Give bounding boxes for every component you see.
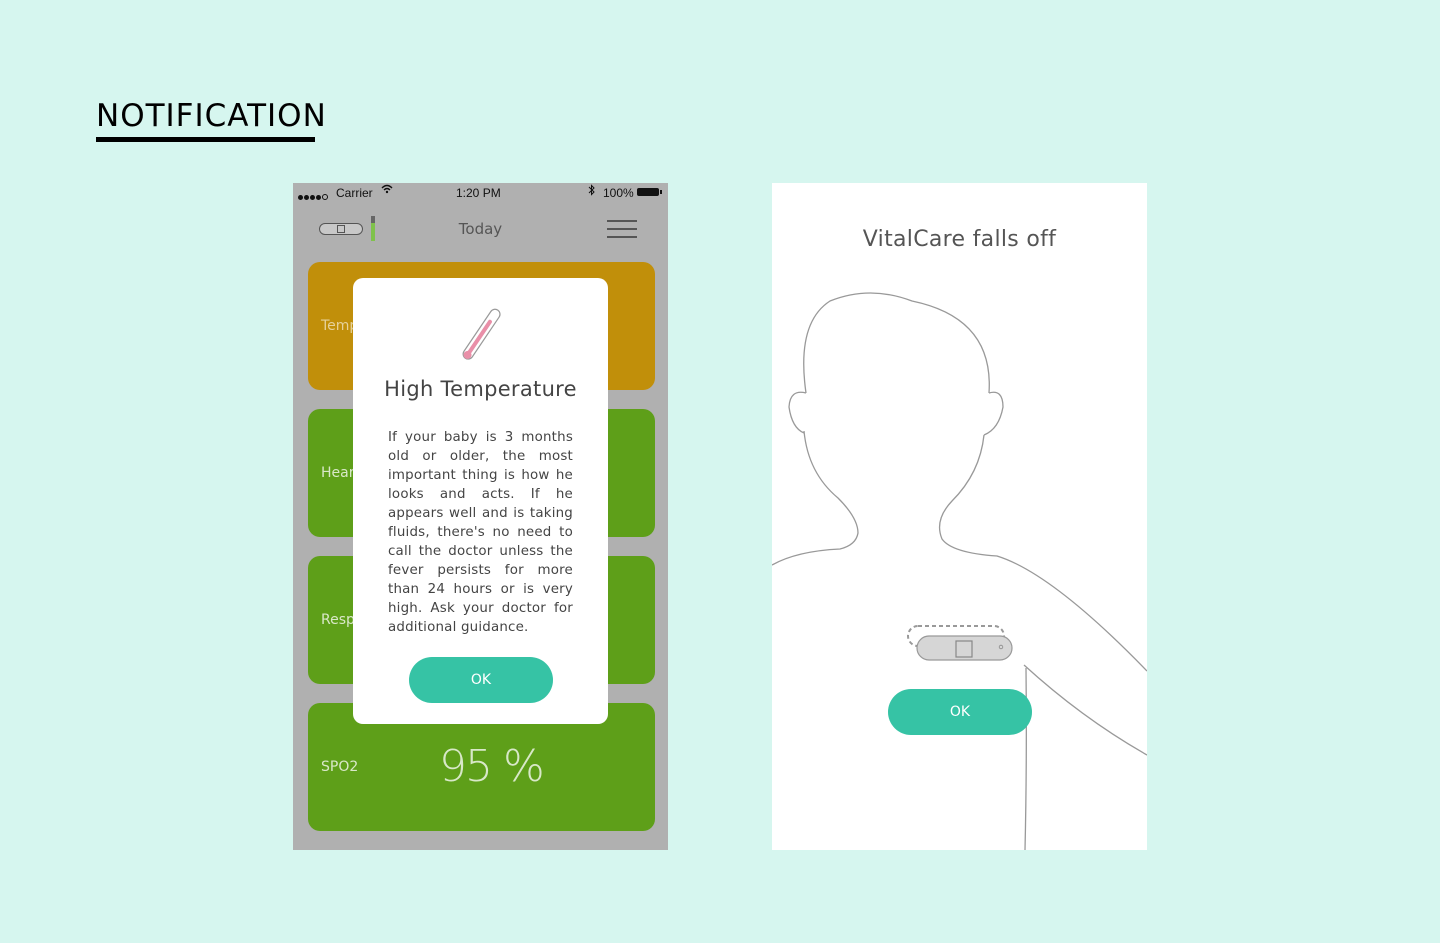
card-label: Hear: [321, 465, 355, 481]
wifi-icon: [381, 184, 393, 197]
card-label: SPO2: [321, 759, 359, 775]
ok-button[interactable]: OK: [888, 689, 1032, 735]
modal-title: High Temperature: [384, 377, 577, 401]
spo2-value: 95 %: [439, 741, 545, 792]
falloff-screen: VitalCare falls off OK: [772, 183, 1147, 850]
signal-icon: [298, 189, 329, 203]
vitalcare-device-icon: [907, 625, 1013, 661]
battery-percent: 100%: [603, 186, 634, 200]
page-title: NOTIFICATION: [96, 98, 327, 134]
nav-bar: Today: [293, 213, 668, 245]
thermometer-icon: [462, 308, 501, 360]
status-time: 1:20 PM: [456, 186, 501, 200]
notification-modal: High Temperature If your baby is 3 month…: [353, 278, 608, 724]
title-underline: [96, 137, 315, 142]
modal-message: If your baby is 3 months old or older, t…: [388, 430, 573, 635]
battery-icon: [637, 188, 662, 196]
carrier-label: Carrier: [336, 186, 373, 200]
card-label: Resp: [321, 612, 355, 628]
ok-button[interactable]: OK: [409, 657, 553, 703]
hamburger-menu-icon[interactable]: [607, 220, 637, 238]
body-silhouette-illustration: [772, 292, 1147, 850]
status-bar: Carrier 1:20 PM 100%: [293, 183, 668, 203]
bluetooth-icon: [588, 184, 596, 199]
phone-screen: Carrier 1:20 PM 100% Today Temp › Hear R…: [293, 183, 668, 850]
